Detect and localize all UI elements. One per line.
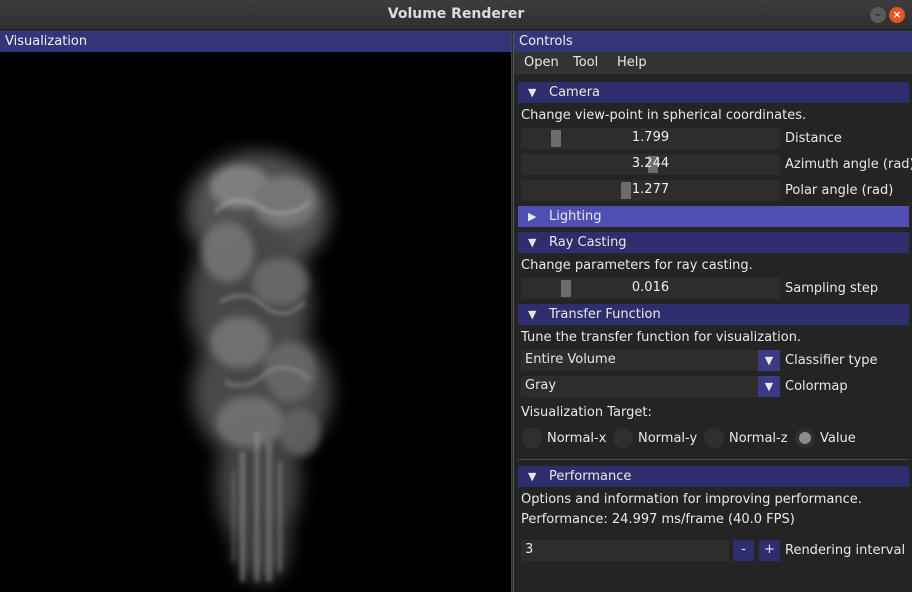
- radio-normal-z-label: Normal-z: [729, 431, 788, 446]
- rendering-interval-input[interactable]: 3: [521, 540, 729, 561]
- azimuth-label: Azimuth angle (rad): [785, 157, 912, 172]
- lighting-section-header[interactable]: ▶ Lighting: [518, 206, 909, 227]
- colormap-label: Colormap: [785, 379, 848, 394]
- ray-casting-section-header[interactable]: ▼ Ray Casting: [518, 232, 909, 253]
- performance-description: Options and information for improving pe…: [521, 492, 862, 507]
- collapse-arrow-icon: ▼: [528, 86, 537, 99]
- camera-section-header[interactable]: ▼ Camera: [518, 82, 909, 103]
- colormap-value: Gray: [525, 378, 557, 393]
- radio-selected-dot: [799, 432, 811, 444]
- lighting-header-label: Lighting: [549, 209, 602, 224]
- collapse-arrow-icon: ▼: [528, 308, 537, 321]
- menu-bar: Open Tool Help: [514, 52, 912, 74]
- distance-value: 1.799: [631, 130, 670, 145]
- radio-normal-y-label: Normal-y: [638, 431, 698, 446]
- render-viewport[interactable]: [0, 52, 511, 592]
- sampling-step-slider[interactable]: 0.016: [521, 278, 780, 299]
- radio-normal-y[interactable]: [613, 428, 633, 448]
- classifier-type-label: Classifier type: [785, 353, 878, 368]
- transfer-function-header-label: Transfer Function: [549, 307, 661, 322]
- transfer-function-description: Tune the transfer function for visualiza…: [521, 330, 802, 345]
- smoke-volume-render: [186, 152, 332, 582]
- menu-help[interactable]: Help: [617, 55, 647, 70]
- radio-value[interactable]: [795, 428, 815, 448]
- sampling-step-label: Sampling step: [785, 281, 879, 296]
- azimuth-slider[interactable]: 3.244: [521, 154, 780, 175]
- controls-panel: Controls Open Tool Help ▼ Camera Change …: [513, 31, 912, 592]
- performance-header-label: Performance: [549, 469, 632, 484]
- controls-header: Controls: [514, 31, 912, 52]
- collapse-arrow-icon: ▼: [528, 236, 537, 249]
- decrement-button[interactable]: -: [733, 540, 754, 561]
- ray-casting-header-label: Ray Casting: [549, 235, 627, 250]
- azimuth-value: 3.244: [631, 156, 670, 171]
- increment-button[interactable]: +: [759, 540, 780, 561]
- radio-value-label: Value: [820, 431, 856, 446]
- performance-stats: Performance: 24.997 ms/frame (40.0 FPS): [521, 512, 795, 527]
- dropdown-arrow-icon[interactable]: ▼: [758, 350, 780, 371]
- distance-label: Distance: [785, 131, 842, 146]
- menu-open[interactable]: Open: [524, 55, 559, 70]
- separator: [518, 459, 909, 460]
- title-bar: Volume Renderer – ×: [0, 0, 912, 30]
- performance-section-header[interactable]: ▼ Performance: [518, 466, 909, 487]
- expand-arrow-icon: ▶: [528, 210, 537, 223]
- window-title: Volume Renderer: [387, 6, 525, 22]
- close-icon[interactable]: ×: [889, 7, 905, 23]
- visualization-target-label: Visualization Target:: [521, 405, 652, 420]
- polar-label: Polar angle (rad): [785, 183, 894, 198]
- transfer-function-section-header[interactable]: ▼ Transfer Function: [518, 304, 909, 325]
- radio-normal-x[interactable]: [522, 428, 542, 448]
- minimize-icon[interactable]: –: [870, 7, 886, 23]
- camera-description: Change view-point in spherical coordinat…: [521, 108, 807, 123]
- radio-normal-z[interactable]: [704, 428, 724, 448]
- polar-value: 1.277: [631, 182, 670, 197]
- dropdown-arrow-icon[interactable]: ▼: [758, 376, 780, 397]
- radio-normal-x-label: Normal-x: [547, 431, 607, 446]
- classifier-type-combo[interactable]: Entire Volume ▼: [521, 350, 780, 371]
- rendering-interval-value: 3: [525, 542, 534, 557]
- camera-header-label: Camera: [549, 85, 601, 100]
- classifier-type-value: Entire Volume: [525, 352, 616, 367]
- visualization-header: Visualization: [0, 31, 511, 52]
- distance-slider[interactable]: 1.799: [521, 128, 780, 149]
- colormap-combo[interactable]: Gray ▼: [521, 376, 780, 397]
- visualization-panel: Visualization: [0, 31, 512, 592]
- collapse-arrow-icon: ▼: [528, 470, 537, 483]
- menu-tool[interactable]: Tool: [573, 55, 598, 70]
- rendering-interval-label: Rendering interval: [785, 543, 906, 558]
- sampling-step-value: 0.016: [631, 280, 670, 295]
- polar-slider[interactable]: 1.277: [521, 180, 780, 201]
- ray-casting-description: Change parameters for ray casting.: [521, 258, 753, 273]
